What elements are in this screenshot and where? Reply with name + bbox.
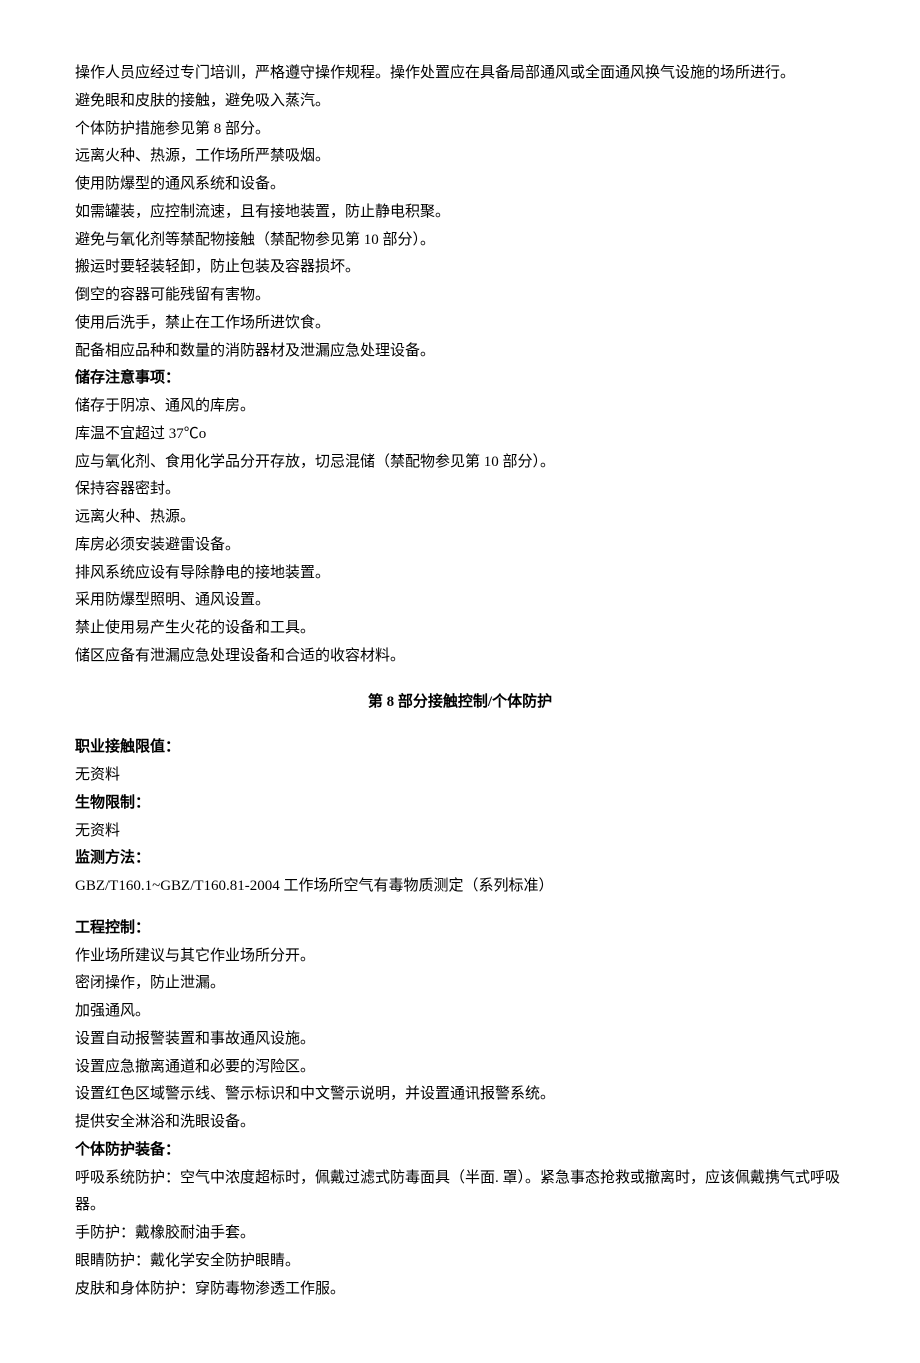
engineering-control-line: 作业场所建议与其它作业场所分开。 [75, 943, 845, 971]
storage-line: 应与氧化剂、食用化学品分开存放，切忌混储（禁配物参见第 10 部分）。 [75, 449, 845, 477]
biological-limit-value: 无资料 [75, 818, 845, 846]
engineering-control-line: 设置应急撤离通道和必要的泻险区。 [75, 1054, 845, 1082]
ppe-line: 手防护：戴橡胶耐油手套。 [75, 1220, 845, 1248]
engineering-control-line: 密闭操作，防止泄漏。 [75, 970, 845, 998]
ppe-line: 皮肤和身体防护：穿防毒物渗透工作服。 [75, 1276, 845, 1304]
handling-line: 配备相应品种和数量的消防器材及泄漏应急处理设备。 [75, 338, 845, 366]
storage-line: 远离火种、热源。 [75, 504, 845, 532]
ppe-label: 个体防护装备： [75, 1137, 845, 1165]
section-8-title: 第 8 部分接触控制/个体防护 [75, 689, 845, 717]
ppe-line: 呼吸系统防护：空气中浓度超标时，佩戴过滤式防毒面具（半面. 罩）。紧急事态抢救或… [75, 1165, 845, 1221]
storage-line: 排风系统应设有导除静电的接地装置。 [75, 560, 845, 588]
engineering-control-line: 设置红色区域警示线、警示标识和中文警示说明，并设置通讯报警系统。 [75, 1081, 845, 1109]
handling-line: 避免与氧化剂等禁配物接触（禁配物参见第 10 部分）。 [75, 227, 845, 255]
monitoring-method-value: GBZ/T160.1~GBZ/T160.81-2004 工作场所空气有毒物质测定… [75, 873, 845, 901]
monitoring-method-label: 监测方法： [75, 845, 845, 873]
engineering-control-line: 提供安全淋浴和洗眼设备。 [75, 1109, 845, 1137]
ppe-line: 眼睛防护：戴化学安全防护眼睛。 [75, 1248, 845, 1276]
handling-line: 避免眼和皮肤的接触，避免吸入蒸汽。 [75, 88, 845, 116]
storage-heading: 储存注意事项： [75, 365, 845, 393]
handling-line: 使用防爆型的通风系统和设备。 [75, 171, 845, 199]
storage-line: 禁止使用易产生火花的设备和工具。 [75, 615, 845, 643]
storage-line: 库房必须安装避雷设备。 [75, 532, 845, 560]
handling-line: 使用后洗手，禁止在工作场所进饮食。 [75, 310, 845, 338]
handling-line: 个体防护措施参见第 8 部分。 [75, 116, 845, 144]
handling-line: 远离火种、热源，工作场所严禁吸烟。 [75, 143, 845, 171]
storage-line: 储存于阴凉、通风的库房。 [75, 393, 845, 421]
engineering-control-line: 加强通风。 [75, 998, 845, 1026]
handling-line: 搬运时要轻装轻卸，防止包装及容器损坏。 [75, 254, 845, 282]
handling-line: 如需罐装，应控制流速，且有接地装置，防止静电积聚。 [75, 199, 845, 227]
storage-line: 保持容器密封。 [75, 476, 845, 504]
storage-line: 储区应备有泄漏应急处理设备和合适的收容材料。 [75, 643, 845, 671]
occupational-limit-label: 职业接触限值： [75, 734, 845, 762]
biological-limit-label: 生物限制： [75, 790, 845, 818]
engineering-control-label: 工程控制： [75, 915, 845, 943]
handling-line: 操作人员应经过专门培训，严格遵守操作规程。操作处置应在具备局部通风或全面通风换气… [75, 60, 845, 88]
occupational-limit-value: 无资料 [75, 762, 845, 790]
storage-line: 采用防爆型照明、通风设置。 [75, 587, 845, 615]
engineering-control-line: 设置自动报警装置和事故通风设施。 [75, 1026, 845, 1054]
storage-line: 库温不宜超过 37℃o [75, 421, 845, 449]
handling-line: 倒空的容器可能残留有害物。 [75, 282, 845, 310]
